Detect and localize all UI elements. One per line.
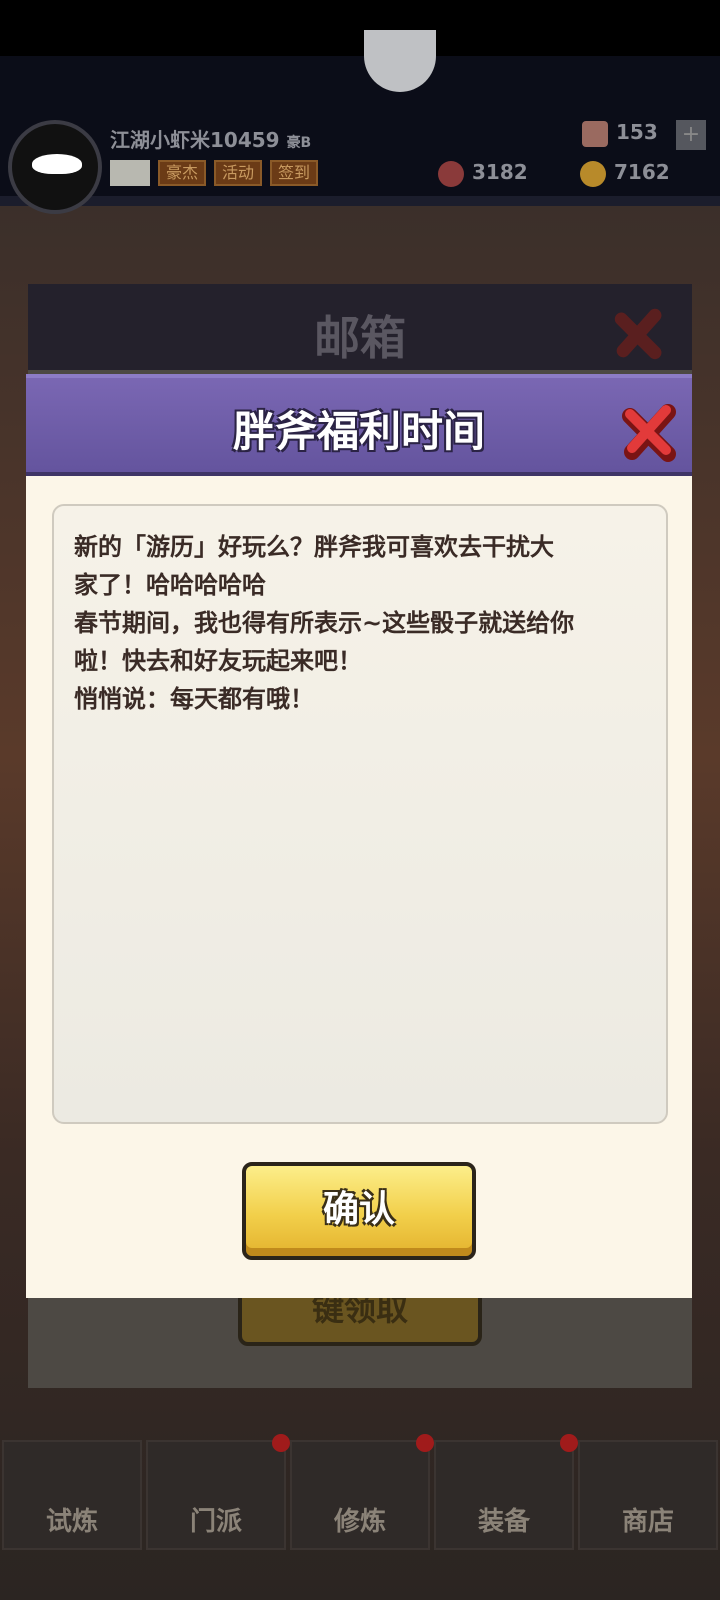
header-tags: 豪杰 活动 签到: [110, 160, 319, 186]
dialog-title: 胖斧福利时间: [232, 407, 485, 456]
dialog-header: 胖斧福利时间: [26, 374, 692, 476]
tag-event[interactable]: 活动: [214, 160, 263, 186]
reward-dialog: 胖斧福利时间 新的「游历」好玩么？胖斧我可喜欢去干扰大 家了！哈哈哈哈哈 春节期…: [26, 374, 692, 1298]
user-badge: 豪B: [286, 135, 312, 151]
message-line: 悄悄说：每天都有哦！: [74, 685, 314, 713]
notification-dot: [272, 1434, 290, 1452]
confirm-button[interactable]: 确认: [242, 1162, 476, 1260]
notification-dot: [560, 1434, 578, 1452]
avatar[interactable]: [8, 120, 102, 214]
nav-shop[interactable]: 商店: [578, 1440, 718, 1550]
coins-value: 7162: [614, 160, 670, 184]
bottom-nav: 试炼 门派 修炼 装备 商店: [0, 1434, 720, 1550]
message-line: 新的「游历」好玩么？胖斧我可喜欢去干扰大: [74, 533, 554, 561]
username: 江湖小虾米10459 豪B: [110, 124, 311, 153]
gem-icon: [582, 120, 608, 147]
nav-trial[interactable]: 试炼: [2, 1440, 142, 1550]
message-line: 春节期间，我也得有所表示~这些骰子就送给你: [74, 609, 575, 637]
coin-icon: [580, 160, 606, 187]
nav-sect[interactable]: 门派: [146, 1434, 290, 1550]
nav-equipment[interactable]: 装备: [434, 1434, 578, 1550]
mail-title: 邮箱: [314, 311, 406, 365]
username-text: 江湖小虾米10459: [110, 128, 280, 152]
tokens-counter: 3182: [438, 160, 528, 187]
message-box: 新的「游历」好玩么？胖斧我可喜欢去干扰大 家了！哈哈哈哈哈 春节期间，我也得有所…: [52, 504, 668, 1124]
tag-hero[interactable]: 豪杰: [158, 160, 207, 186]
gems-value: 153: [616, 120, 658, 144]
nav-trial-label: 试炼: [45, 1507, 98, 1537]
mail-icon[interactable]: [110, 160, 150, 186]
nav-sect-label: 门派: [189, 1507, 242, 1537]
close-icon[interactable]: [612, 306, 668, 362]
tokens-value: 3182: [472, 160, 528, 184]
tag-checkin[interactable]: 签到: [270, 160, 319, 186]
nav-cultivate[interactable]: 修炼: [290, 1434, 434, 1550]
nav-shop-label: 商店: [621, 1507, 674, 1537]
message-line: 啦！快去和好友玩起来吧！: [74, 647, 362, 675]
notification-dot: [416, 1434, 434, 1452]
close-icon[interactable]: [620, 402, 680, 462]
token-icon: [438, 160, 464, 187]
coins-counter: 7162: [580, 160, 670, 187]
message-line: 家了！哈哈哈哈哈: [74, 571, 266, 599]
add-gems-button[interactable]: +: [676, 120, 706, 150]
nav-equipment-label: 装备: [477, 1507, 530, 1537]
gems-counter: 153: [582, 120, 658, 147]
nav-cultivate-label: 修炼: [333, 1507, 386, 1537]
status-bar: [0, 0, 720, 56]
mail-header: 邮箱: [28, 284, 692, 370]
